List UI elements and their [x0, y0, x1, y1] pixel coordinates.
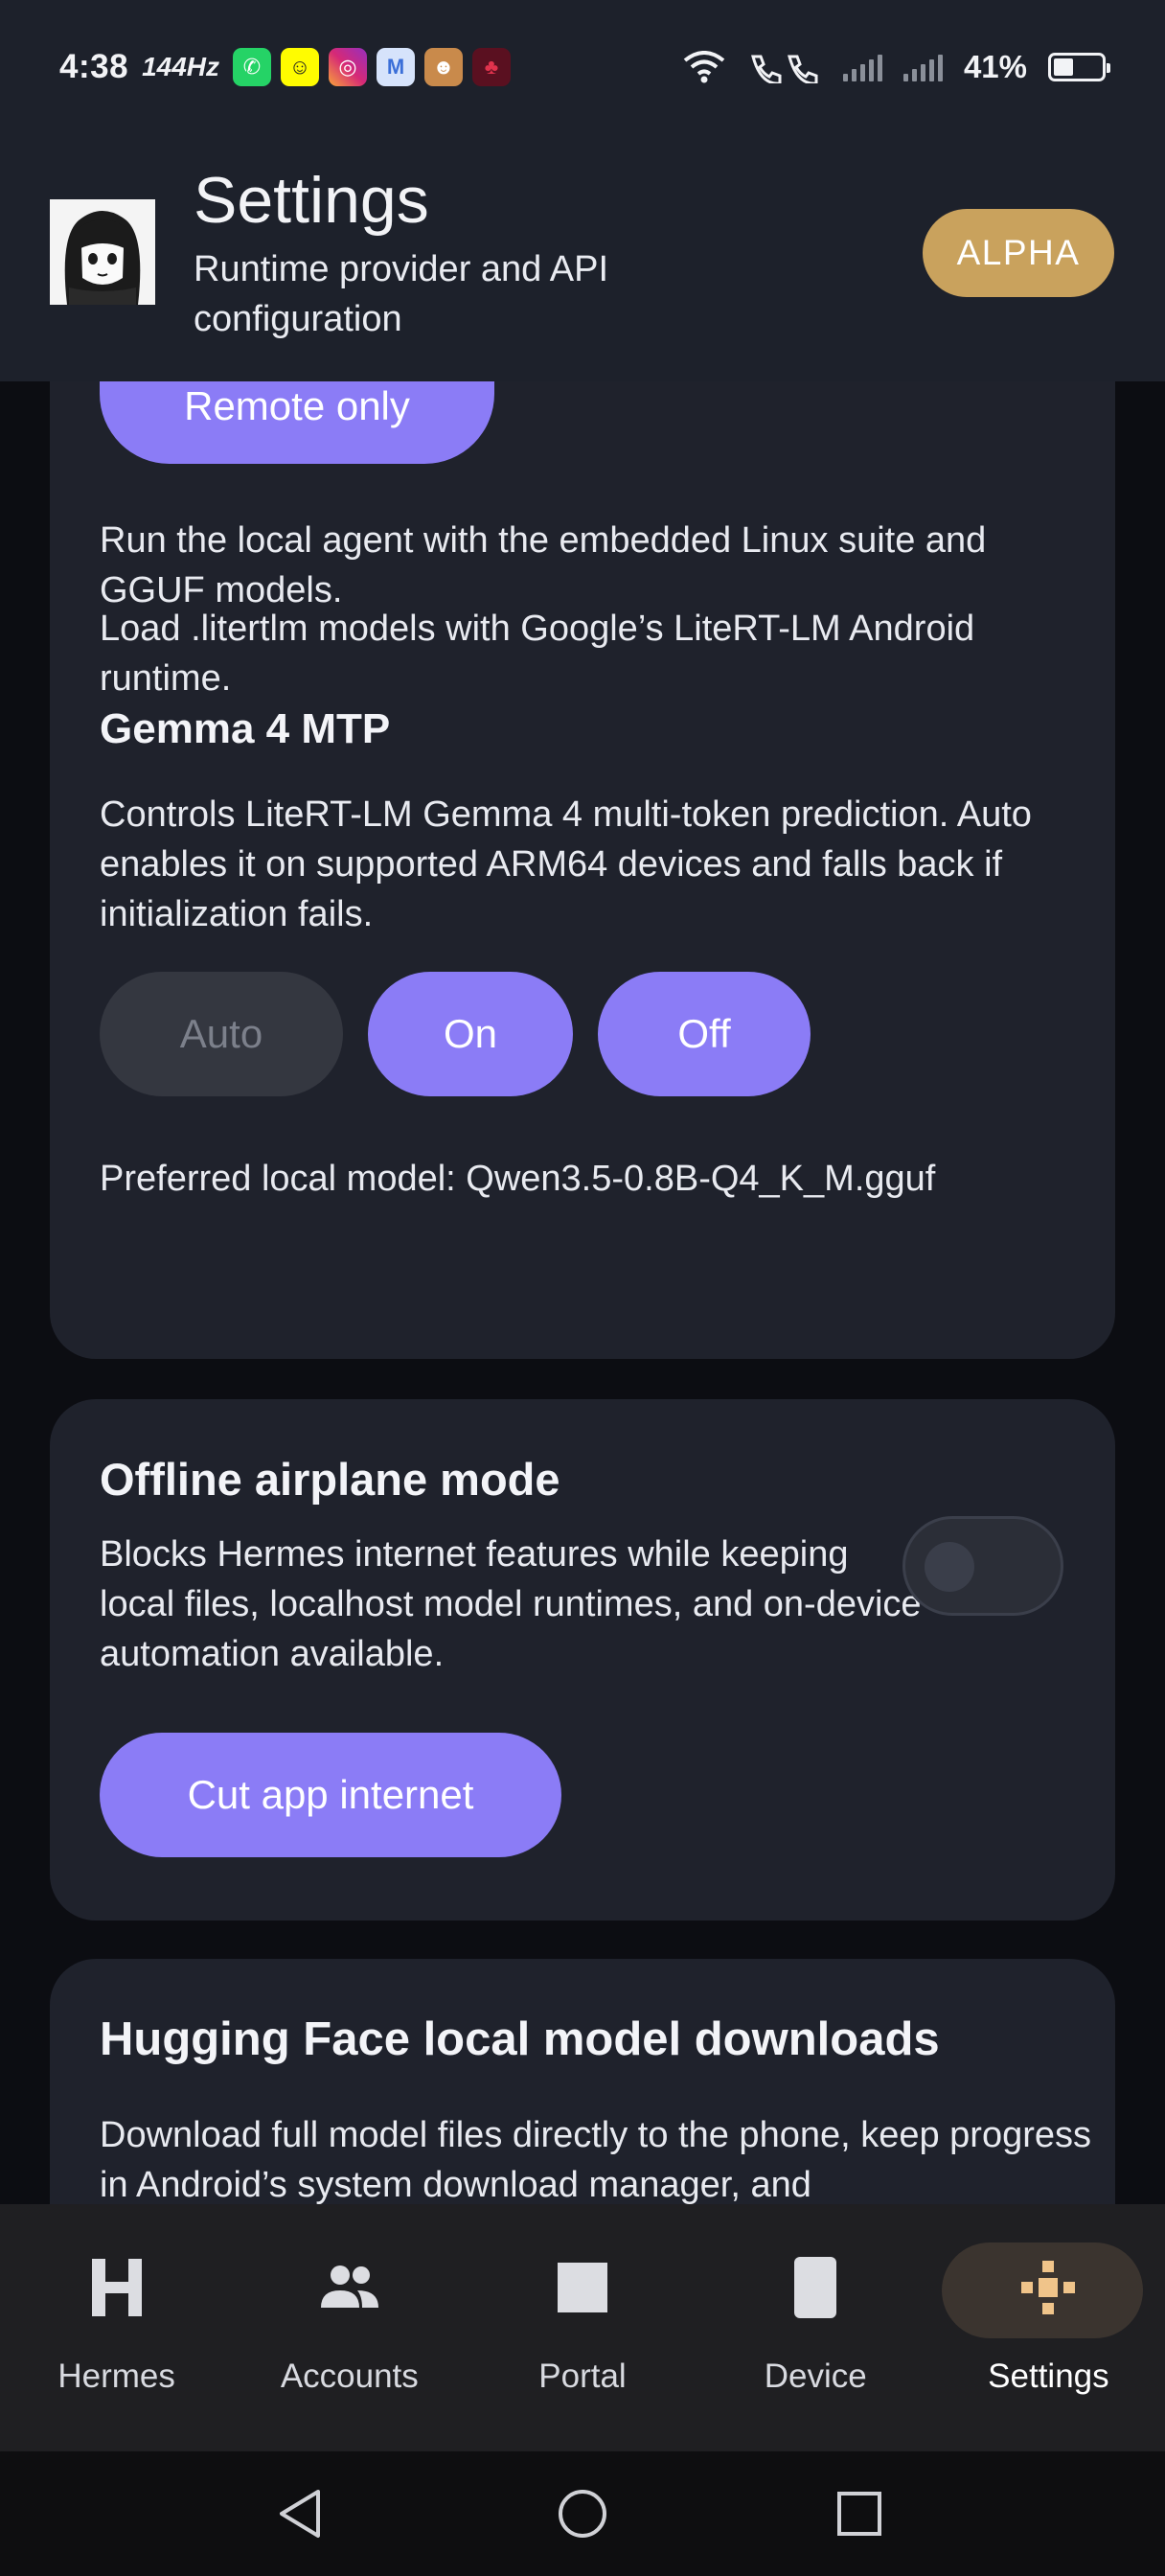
system-navigation-bar [0, 2451, 1165, 2576]
airplane-mode-toggle[interactable] [902, 1516, 1063, 1616]
nav-item-device[interactable]: Device [699, 2204, 932, 2451]
preferred-local-model: Preferred local model: Qwen3.5-0.8B-Q4_K… [100, 1159, 936, 1199]
mtp-on-button[interactable]: On [368, 972, 573, 1096]
gemma-mtp-description: Controls LiteRT-LM Gemma 4 multi-token p… [100, 794, 1032, 934]
litert-description: Load .litertlm models with Google’s Lite… [100, 609, 975, 699]
page-title: Settings [194, 164, 429, 237]
avatar[interactable] [50, 199, 155, 305]
remote-only-button[interactable]: Remote only [100, 381, 494, 464]
hugging-face-description: Download full model files directly to th… [100, 2115, 1092, 2204]
battery-percent: 41% [963, 49, 1027, 84]
page-subtitle: Runtime provider and API configuration [194, 249, 609, 339]
refresh-rate-indicator: 144Hz [142, 52, 219, 81]
phone-icon [785, 2257, 846, 2318]
alpha-badge: ALPHA [923, 209, 1114, 297]
mtp-off-button[interactable]: Off [598, 972, 811, 1096]
airplane-mode-card: Offline airplane mode Blocks Hermes inte… [50, 1399, 1115, 1920]
nav-item-accounts[interactable]: Accounts [233, 2204, 466, 2451]
anime-avatar-image [50, 199, 155, 305]
signal-icon-2 [902, 53, 943, 81]
game-icon: ☻ [424, 48, 463, 86]
cut-app-internet-button[interactable]: Cut app internet [100, 1733, 561, 1857]
settings-scroll-area[interactable]: Remote only Run the local agent with the… [0, 381, 1165, 2204]
mtp-auto-button[interactable]: Auto [100, 972, 343, 1096]
hermes-h-icon [86, 2257, 148, 2318]
battery-fill [1054, 58, 1073, 76]
status-bar: 4:38 144Hz ✆ ☺ ◎ M ☻ ♣ 41% [0, 0, 1165, 134]
home-icon[interactable] [549, 2480, 616, 2547]
gmail-icon: M [377, 48, 415, 86]
nav-label-hermes: Hermes [57, 2358, 175, 2395]
status-right: 41% [682, 49, 1110, 85]
airplane-mode-description: Blocks Hermes internet features while ke… [100, 1534, 922, 1674]
nav-item-portal[interactable]: Portal [466, 2204, 698, 2451]
wifi-icon [683, 51, 725, 83]
nav-label-portal: Portal [538, 2358, 627, 2395]
volte-call-icon [750, 55, 818, 83]
airplane-mode-heading: Offline airplane mode [100, 1454, 560, 1505]
app-icon: ♣ [472, 48, 511, 86]
nav-item-settings[interactable]: Settings [932, 2204, 1165, 2451]
people-icon [319, 2257, 380, 2318]
notification-icons: ✆ ☺ ◎ M ☻ ♣ [233, 48, 511, 86]
snapchat-icon: ☺ [281, 48, 319, 86]
whatsapp-icon: ✆ [233, 48, 271, 86]
nav-label-settings: Settings [988, 2358, 1109, 2395]
hugging-face-heading: Hugging Face local model downloads [100, 2013, 940, 2065]
battery-icon [1048, 53, 1110, 81]
gemma-mtp-heading: Gemma 4 MTP [100, 705, 391, 752]
nav-label-device: Device [764, 2358, 867, 2395]
linux-suite-description: Run the local agent with the embedded Li… [100, 520, 987, 610]
runtime-card: Remote only Run the local agent with the… [50, 381, 1115, 1359]
recents-icon[interactable] [826, 2480, 893, 2547]
settings-cross-icon [1017, 2257, 1079, 2318]
nav-item-hermes[interactable]: Hermes [0, 2204, 233, 2451]
back-icon[interactable] [266, 2480, 333, 2547]
instagram-icon: ◎ [329, 48, 367, 86]
nav-label-accounts: Accounts [280, 2358, 419, 2395]
status-time: 4:38 [59, 48, 129, 85]
bottom-navigation: Hermes Accounts Portal Device Settings [0, 2204, 1165, 2451]
signal-icon-1 [842, 53, 882, 81]
square-icon [552, 2257, 613, 2318]
toggle-knob [925, 1542, 974, 1592]
app-header: Settings Runtime provider and API config… [0, 134, 1165, 381]
hugging-face-card: Hugging Face local model downloads Downl… [50, 1959, 1115, 2204]
